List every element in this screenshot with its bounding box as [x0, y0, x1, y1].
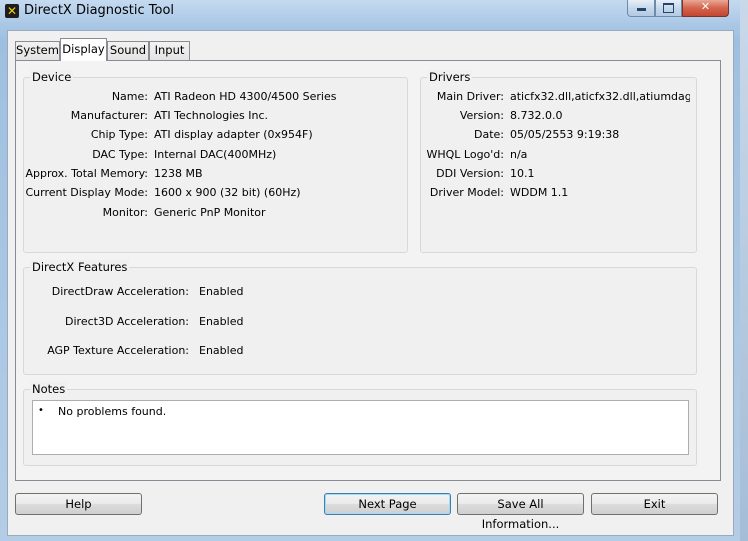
tab-input[interactable]: Input: [149, 41, 190, 60]
drivers-group-title: Drivers: [427, 70, 473, 84]
driver-row-ddi-version: DDI Version: 10.1: [421, 167, 696, 183]
close-button[interactable]: ✕: [682, 0, 729, 17]
device-group-title: Device: [30, 70, 74, 84]
feature-value: Enabled: [199, 344, 244, 357]
device-value: 1600 x 900 (32 bit) (60Hz): [154, 186, 301, 199]
driver-value: WDDM 1.1: [510, 186, 569, 199]
driver-row-main-driver: Main Driver: aticfx32.dll,aticfx32.dll,a…: [421, 90, 696, 106]
next-page-button[interactable]: Next Page: [324, 493, 451, 515]
feature-value: Enabled: [199, 285, 244, 298]
directx-features-group: DirectX Features DirectDraw Acceleration…: [23, 260, 697, 375]
device-row-manufacturer: Manufacturer: ATI Technologies Inc.: [24, 109, 404, 125]
device-value: ATI Radeon HD 4300/4500 Series: [154, 90, 337, 103]
device-value: ATI Technologies Inc.: [154, 109, 269, 122]
driver-label: Driver Model:: [429, 186, 504, 199]
feature-label: AGP Texture Acceleration:: [47, 344, 189, 357]
tab-sound[interactable]: Sound: [107, 41, 149, 60]
driver-value: 8.732.0.0: [510, 109, 563, 122]
display-tab-panel: Device Name: ATI Radeon HD 4300/4500 Ser…: [15, 60, 721, 481]
feature-value: Enabled: [199, 315, 244, 328]
device-group: Device Name: ATI Radeon HD 4300/4500 Ser…: [23, 70, 408, 253]
device-value: ATI display adapter (0x954F): [154, 128, 313, 141]
device-row-dac-type: DAC Type: Internal DAC(400MHz): [24, 148, 404, 164]
maximize-button[interactable]: [655, 0, 682, 17]
driver-label: Main Driver:: [436, 90, 504, 103]
minimize-button[interactable]: [627, 0, 655, 17]
background-window-edge: [740, 0, 748, 541]
feature-row-agp-texture: AGP Texture Acceleration: Enabled: [24, 344, 324, 360]
device-label: Current Display Mode:: [25, 186, 148, 199]
device-row-display-mode: Current Display Mode: 1600 x 900 (32 bit…: [24, 186, 404, 202]
device-label: Manufacturer:: [70, 109, 148, 122]
drivers-group: Drivers Main Driver: aticfx32.dll,aticfx…: [420, 70, 697, 253]
driver-label: Version:: [459, 109, 504, 122]
driver-value: 05/05/2553 9:19:38: [510, 128, 620, 141]
device-label: DAC Type:: [92, 148, 148, 161]
driver-label: DDI Version:: [436, 167, 504, 180]
feature-row-direct3d: Direct3D Acceleration: Enabled: [24, 315, 324, 331]
driver-label: WHQL Logo'd:: [426, 148, 504, 161]
feature-label: DirectDraw Acceleration:: [51, 285, 189, 298]
driver-value: aticfx32.dll,aticfx32.dll,atiumdag.dll,a: [510, 90, 690, 103]
driver-label: Date:: [474, 128, 504, 141]
save-all-information-button[interactable]: Save All Information...: [457, 493, 584, 531]
close-icon: ✕: [700, 0, 711, 13]
notes-textbox[interactable]: • No problems found.: [32, 400, 689, 455]
driver-value: 10.1: [510, 167, 535, 180]
title-bar[interactable]: ✕ DirectX Diagnostic Tool ✕: [0, 0, 740, 24]
features-group-title: DirectX Features: [30, 260, 130, 274]
device-row-chip-type: Chip Type: ATI display adapter (0x954F): [24, 128, 404, 144]
feature-row-directdraw: DirectDraw Acceleration: Enabled: [24, 285, 324, 301]
window-title: DirectX Diagnostic Tool: [24, 3, 175, 18]
device-label: Chip Type:: [90, 128, 148, 141]
device-row-total-memory: Approx. Total Memory: 1238 MB: [24, 167, 404, 183]
device-row-name: Name: ATI Radeon HD 4300/4500 Series: [24, 90, 404, 106]
driver-row-date: Date: 05/05/2553 9:19:38: [421, 128, 696, 144]
notes-text: No problems found.: [58, 405, 167, 418]
driver-row-version: Version: 8.732.0.0: [421, 109, 696, 125]
dialog-client-area: System Display Sound Input Device Name: …: [7, 30, 734, 536]
tab-system[interactable]: System: [15, 41, 60, 60]
exit-button[interactable]: Exit: [591, 493, 718, 515]
driver-value: n/a: [510, 148, 528, 161]
dxdiag-window: ✕ DirectX Diagnostic Tool ✕ System Displ…: [0, 0, 741, 541]
help-button[interactable]: Help: [15, 493, 142, 515]
tab-display[interactable]: Display: [60, 38, 107, 61]
device-value: 1238 MB: [154, 167, 203, 180]
notes-group: Notes • No problems found.: [23, 382, 697, 466]
minimize-icon: [636, 8, 646, 11]
driver-row-whql: WHQL Logo'd: n/a: [421, 148, 696, 164]
device-row-monitor: Monitor: Generic PnP Monitor: [24, 206, 404, 222]
feature-label: Direct3D Acceleration:: [65, 315, 189, 328]
notes-group-title: Notes: [30, 382, 68, 396]
directx-x-icon: ✕: [5, 4, 19, 18]
device-label: Monitor:: [102, 206, 148, 219]
maximize-icon: [663, 3, 674, 13]
device-label: Approx. Total Memory:: [25, 167, 149, 180]
device-value: Generic PnP Monitor: [154, 206, 266, 219]
driver-row-driver-model: Driver Model: WDDM 1.1: [421, 186, 696, 202]
device-value: Internal DAC(400MHz): [154, 148, 277, 161]
bullet-icon: •: [38, 405, 44, 416]
device-label: Name:: [111, 90, 148, 103]
